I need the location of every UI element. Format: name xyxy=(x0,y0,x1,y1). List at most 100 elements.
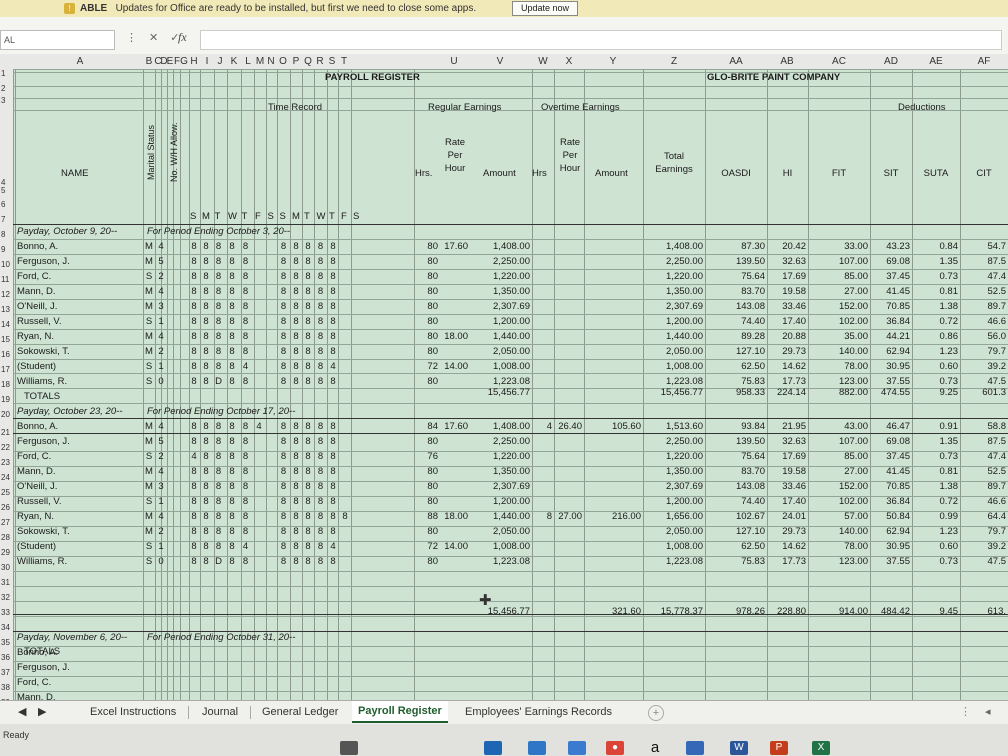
row-header[interactable]: 30 xyxy=(1,563,10,572)
taskbar-icon[interactable] xyxy=(340,741,358,755)
row-header[interactable]: 32 xyxy=(1,593,10,602)
row-header[interactable]: 26 xyxy=(1,503,10,512)
add-sheet-icon[interactable]: + xyxy=(648,705,664,721)
row-header[interactable]: 27 xyxy=(1,518,10,527)
column-header[interactable]: AC xyxy=(832,54,846,69)
column-header[interactable]: K xyxy=(231,54,238,69)
row-header[interactable]: 11 xyxy=(1,275,9,284)
column-header[interactable]: B xyxy=(146,54,153,69)
row-header[interactable]: 12 xyxy=(1,290,10,299)
row-header[interactable]: 8 xyxy=(1,230,5,239)
fit-deduction: 27.00 xyxy=(844,466,868,477)
row-header[interactable]: 37 xyxy=(1,668,10,677)
row-header[interactable]: 15 xyxy=(1,335,10,344)
column-headers[interactable]: A B C D E F G H I J K L M N O P Q R S T U V W X Y Z AA AB AC AD AE AF xyxy=(0,54,1008,70)
column-header[interactable]: AF xyxy=(978,54,991,69)
column-header[interactable]: S xyxy=(329,54,336,69)
taskbar-app-a-icon[interactable]: a xyxy=(646,740,664,755)
column-header[interactable]: AD xyxy=(884,54,898,69)
row-header[interactable]: 14 xyxy=(1,320,10,329)
tab-excel-instructions[interactable]: Excel Instructions xyxy=(90,704,176,720)
tab-journal[interactable]: Journal xyxy=(202,704,238,720)
row-header[interactable]: 20 xyxy=(1,410,10,419)
column-header[interactable]: J xyxy=(218,54,223,69)
row-header[interactable]: 36 xyxy=(1,653,10,662)
spreadsheet-grid[interactable]: A B C D E F G H I J K L M N O P Q R S T U V W X Y Z AA AB AC AD AE AF 1… xyxy=(0,54,1008,700)
formula-input[interactable] xyxy=(200,30,1002,50)
cit-deduction: 89.7 xyxy=(987,481,1007,492)
row-header[interactable]: 5 xyxy=(1,186,5,195)
column-header[interactable]: Q xyxy=(304,54,312,69)
column-header[interactable]: H xyxy=(190,54,197,69)
name-box[interactable]: AL xyxy=(0,30,115,50)
fx-icon[interactable]: fx xyxy=(178,30,187,45)
row-header[interactable]: 17 xyxy=(1,365,10,374)
powerpoint-icon[interactable]: P xyxy=(770,741,788,755)
row-header[interactable]: 3 xyxy=(1,96,5,105)
row-header[interactable]: 22 xyxy=(1,443,10,452)
column-header[interactable]: AE xyxy=(929,54,942,69)
row-header[interactable]: 23 xyxy=(1,458,10,467)
row-header[interactable]: 34 xyxy=(1,623,10,632)
row-header[interactable]: 38 xyxy=(1,683,10,692)
cancel-icon[interactable]: ✕ xyxy=(149,32,170,44)
column-header[interactable]: Z xyxy=(671,54,677,69)
row-header[interactable]: 7 xyxy=(1,215,5,224)
row-header[interactable]: 9 xyxy=(1,245,5,254)
nav-right-icon[interactable]: ▶ xyxy=(38,704,46,720)
row-header[interactable]: 31 xyxy=(1,578,10,587)
column-header[interactable]: T xyxy=(341,54,347,69)
more-icon[interactable]: ⋮ xyxy=(126,32,149,44)
hours-cell: 8 xyxy=(330,436,336,447)
column-header[interactable]: V xyxy=(497,54,504,69)
scroll-left-icon[interactable]: ◂ xyxy=(985,704,991,720)
column-header[interactable]: U xyxy=(450,54,457,69)
chrome-icon[interactable]: ● xyxy=(606,741,624,755)
column-header[interactable]: R xyxy=(316,54,323,69)
row-header[interactable]: 29 xyxy=(1,548,10,557)
row-header[interactable]: 25 xyxy=(1,488,10,497)
column-header[interactable]: I xyxy=(206,54,209,69)
row-header[interactable]: 35 xyxy=(1,638,10,647)
update-now-button[interactable]: Update now xyxy=(512,1,579,16)
column-header[interactable]: O xyxy=(279,54,287,69)
column-header[interactable]: G xyxy=(180,54,188,69)
column-header[interactable]: L xyxy=(245,54,251,69)
tab-general-ledger[interactable]: General Ledger xyxy=(262,704,338,720)
column-header[interactable]: Y xyxy=(610,54,617,69)
excel-icon[interactable]: X xyxy=(812,741,830,755)
taskbar-icon[interactable] xyxy=(528,741,546,755)
column-header[interactable]: AB xyxy=(780,54,793,69)
column-header[interactable]: P xyxy=(293,54,300,69)
row-header[interactable]: 28 xyxy=(1,533,10,542)
tab-payroll-register[interactable]: Payroll Register xyxy=(352,701,448,723)
column-header[interactable]: N xyxy=(267,54,274,69)
tab-employees-earnings-records[interactable]: Employees' Earnings Records xyxy=(465,704,612,720)
column-header[interactable]: W xyxy=(538,54,547,69)
row-header[interactable]: 19 xyxy=(1,395,10,404)
column-header[interactable]: X xyxy=(566,54,573,69)
column-header[interactable]: A xyxy=(77,54,84,69)
column-header[interactable]: AA xyxy=(729,54,742,69)
row-header[interactable]: 18 xyxy=(1,380,10,389)
row-header[interactable]: 1 xyxy=(1,69,5,78)
row-headers[interactable]: 1 2 3 4 5 6 7 8 9 10 11 12 13 14 15 16 17 18 19 20 21 22 23 24 2… xyxy=(0,69,14,700)
row-header[interactable]: 16 xyxy=(1,350,10,359)
taskbar-icon[interactable] xyxy=(484,741,502,755)
taskbar-icon[interactable] xyxy=(568,741,586,755)
row-header[interactable]: 6 xyxy=(1,200,5,209)
column-header[interactable]: E xyxy=(167,54,174,69)
register-title: PAYROLL REGISTER xyxy=(325,72,420,83)
more-tabs-icon[interactable]: ⋮ xyxy=(960,704,971,720)
row-header[interactable]: 24 xyxy=(1,473,10,482)
word-icon[interactable]: W xyxy=(730,741,748,755)
row-header[interactable]: 21 xyxy=(1,428,10,437)
row-header[interactable]: 10 xyxy=(1,260,10,269)
taskbar-icon[interactable] xyxy=(686,741,704,755)
row-header[interactable]: 13 xyxy=(1,305,10,314)
nav-left-icon[interactable]: ◀ xyxy=(18,704,26,720)
row-header[interactable]: 33 xyxy=(1,608,10,617)
row-header[interactable]: 2 xyxy=(1,84,5,93)
column-header[interactable]: M xyxy=(256,54,264,69)
suta-deduction: 0.81 xyxy=(939,466,959,477)
